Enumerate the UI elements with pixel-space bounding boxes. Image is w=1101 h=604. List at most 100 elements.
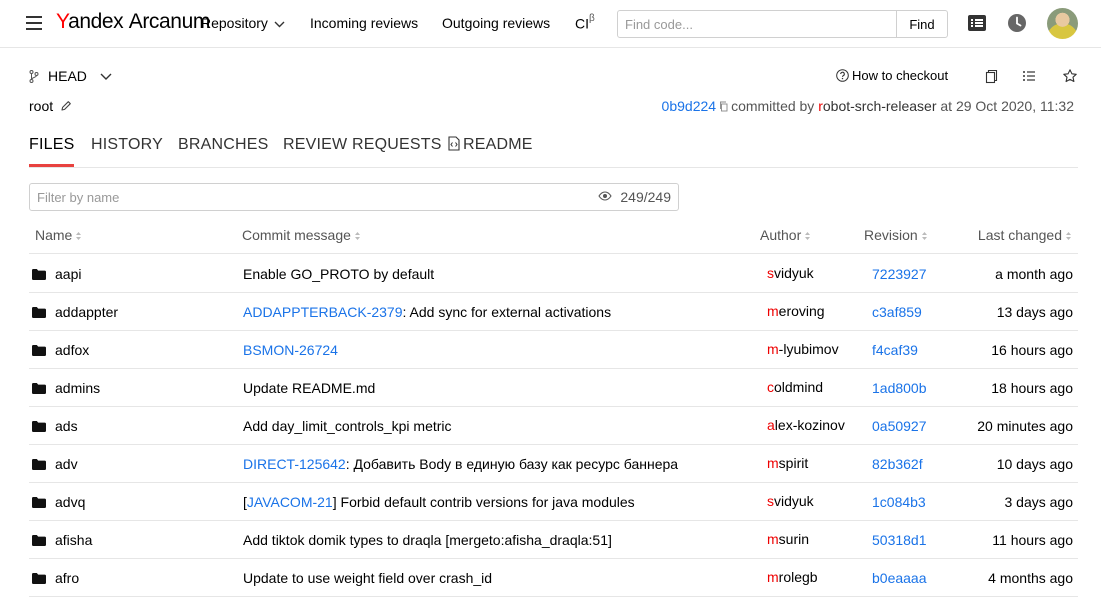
tab-review-requests[interactable]: REVIEW REQUESTS — [283, 136, 442, 154]
filter-input[interactable] — [30, 184, 590, 210]
commit-message: BSMON-26724 — [243, 342, 338, 358]
col-name[interactable]: Name — [35, 227, 82, 243]
nav-repository[interactable]: Repository — [201, 15, 285, 31]
folder-icon — [32, 459, 46, 470]
author-link[interactable]: mrolegb — [767, 569, 818, 585]
menu-icon[interactable] — [26, 16, 42, 30]
table-row[interactable]: aapi Enable GO_PROTO by default svidyuk 722… — [29, 255, 1078, 293]
author-link[interactable]: m-lyubimov — [767, 341, 839, 357]
col-author[interactable]: Author — [760, 227, 811, 243]
eye-icon[interactable] — [598, 191, 612, 201]
revision-link[interactable]: 82b362f — [872, 456, 923, 472]
file-name[interactable]: adfox — [55, 342, 89, 358]
table-row[interactable]: ads Add day_limit_controls_kpi metric alex… — [29, 407, 1078, 445]
author-rest: lex-kozinov — [774, 417, 845, 433]
commit-message: Update README.md — [243, 380, 375, 396]
issue-link[interactable]: ADDAPPTERBACK-2379 — [243, 304, 403, 320]
author-rest: spirit — [778, 455, 809, 471]
last-changed: 3 days ago — [1004, 494, 1074, 510]
issue-link[interactable]: JAVACOM-21 — [247, 494, 333, 510]
path-root[interactable]: root — [29, 98, 53, 114]
table-row[interactable]: addappter ADDAPPTERBACK-2379: Add sync fo… — [29, 293, 1078, 331]
file-name[interactable]: afisha — [55, 532, 92, 548]
list-view-icon[interactable] — [1021, 68, 1037, 84]
file-name[interactable]: advq — [55, 494, 85, 510]
table-row[interactable]: adfox BSMON-26724 m-lyubimov f4caf39 16 hour… — [29, 331, 1078, 369]
commit-message-text: : Add sync for external activations — [402, 304, 612, 320]
revision-link[interactable]: 1ad800b — [872, 380, 927, 396]
nav-ci[interactable]: CIβ — [575, 13, 595, 32]
file-name[interactable]: admins — [55, 380, 100, 396]
revision-link[interactable]: 1c084b3 — [872, 494, 926, 510]
revision-link[interactable]: 50318d1 — [872, 532, 927, 548]
nav-ci-beta: β — [589, 13, 595, 24]
logo-product: Arcanum — [128, 10, 211, 33]
author-link[interactable]: alex-kozinov — [767, 417, 845, 433]
table-row[interactable]: adv DIRECT-125642: Добавить Body в единую… — [29, 445, 1078, 483]
revision-link[interactable]: b0eaaaa — [872, 570, 927, 586]
table-row[interactable]: admins Update README.md coldmind 1ad800b 18 … — [29, 369, 1078, 407]
nav-outgoing-reviews[interactable]: Outgoing reviews — [442, 15, 550, 31]
ref-selector[interactable]: HEAD — [29, 66, 112, 86]
author-rest: eroving — [778, 303, 825, 319]
author-link[interactable]: svidyuk — [767, 493, 814, 509]
author-link[interactable]: mspirit — [767, 455, 808, 471]
table-row[interactable]: advq [JAVACOM-21] Forbid default contrib … — [29, 483, 1078, 521]
committed-by-label: committed by — [731, 98, 815, 114]
sort-icon — [76, 232, 82, 240]
file-name[interactable]: addappter — [55, 304, 118, 320]
commit-message: Enable GO_PROTO by default — [243, 266, 434, 282]
last-changed: 10 days ago — [996, 456, 1073, 472]
col-last-changed[interactable]: Last changed — [978, 227, 1072, 243]
nav-ci-label: CI — [575, 15, 589, 32]
file-name[interactable]: adv — [55, 456, 78, 472]
user-avatar[interactable] — [1047, 8, 1078, 39]
table-row[interactable]: afisha Add tiktok domik types to draqla [… — [29, 521, 1078, 559]
commit-message-text: Enable GO_PROTO by default — [243, 266, 435, 282]
find-button[interactable]: Find — [896, 10, 948, 38]
revision-link[interactable]: 0a50927 — [872, 418, 927, 434]
revision-link[interactable]: f4caf39 — [872, 342, 918, 358]
commit-message: DIRECT-125642: Добавить Body в единую ба… — [243, 456, 678, 472]
copy-hash-icon[interactable] — [719, 101, 729, 112]
author-first-letter: m — [767, 531, 779, 547]
col-commit-message[interactable]: Commit message — [242, 227, 361, 243]
file-name[interactable]: afro — [55, 570, 79, 586]
sort-icon — [1066, 232, 1071, 240]
file-name[interactable]: ads — [55, 418, 78, 434]
tab-files[interactable]: FILES — [29, 136, 75, 167]
author-link[interactable]: msurin — [767, 531, 809, 547]
issue-link[interactable]: BSMON-26724 — [243, 342, 338, 358]
commit-hash[interactable]: 0b9d224 — [662, 98, 717, 114]
history-clock-icon[interactable] — [1007, 13, 1027, 33]
table-row[interactable]: afro Update to use weight field over cras… — [29, 559, 1078, 597]
pencil-icon[interactable] — [60, 100, 72, 112]
col-revision[interactable]: Revision — [864, 227, 928, 243]
folder-icon — [32, 269, 46, 280]
search-input[interactable] — [618, 11, 896, 37]
commit-message: Add tiktok domik types to draqla [merget… — [243, 532, 612, 548]
tab-readme[interactable]: README — [448, 136, 533, 154]
revision-link[interactable]: c3af859 — [872, 304, 922, 320]
last-changed: 11 hours ago — [992, 532, 1073, 548]
commit-message-text: Update README.md — [243, 380, 376, 396]
ref-label: HEAD — [48, 68, 87, 84]
revision-link[interactable]: 7223927 — [872, 266, 927, 282]
how-to-checkout-link[interactable]: How to checkout — [836, 68, 948, 83]
author-link[interactable]: svidyuk — [767, 265, 814, 281]
file-name[interactable]: aapi — [55, 266, 81, 282]
tab-history[interactable]: HISTORY — [91, 136, 163, 154]
commit-message-text: Update to use weight field over crash_id — [243, 570, 493, 586]
tab-readme-label: README — [463, 136, 533, 153]
star-icon[interactable] — [1062, 68, 1078, 84]
author-link[interactable]: meroving — [767, 303, 825, 319]
branch-icon — [29, 69, 39, 83]
nav-incoming-reviews[interactable]: Incoming reviews — [310, 15, 418, 31]
list-icon[interactable] — [967, 13, 987, 33]
logo[interactable]: Yandex Arcanum — [56, 10, 210, 34]
copy-icon[interactable] — [983, 68, 999, 84]
commit-author[interactable]: robot-srch-releaser — [818, 98, 936, 114]
tab-branches[interactable]: BRANCHES — [178, 136, 269, 154]
author-link[interactable]: coldmind — [767, 379, 823, 395]
issue-link[interactable]: DIRECT-125642 — [243, 456, 346, 472]
